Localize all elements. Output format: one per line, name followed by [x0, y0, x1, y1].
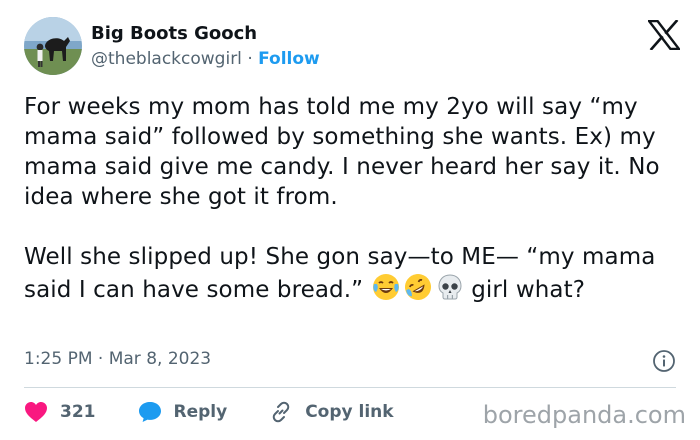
- tweet-text-end: girl what?: [471, 277, 586, 303]
- tweet-emojis: [371, 272, 465, 302]
- author-name[interactable]: Big Boots Gooch: [91, 22, 257, 46]
- skull-icon: [438, 274, 462, 300]
- tweet-card: Big Boots Gooch @theblackcowgirl · Follo…: [0, 0, 700, 440]
- link-icon: [269, 400, 293, 424]
- like-count: 321: [60, 402, 96, 422]
- like-button[interactable]: 321: [24, 400, 96, 424]
- timestamp-separator: ·: [97, 349, 104, 369]
- copy-link-button[interactable]: Copy link: [269, 400, 394, 424]
- reply-label: Reply: [173, 402, 228, 422]
- x-logo-icon[interactable]: [646, 19, 682, 51]
- rolling-on-the-floor-laughing-icon: [405, 274, 432, 300]
- tweet-time: 1:25 PM: [24, 349, 93, 369]
- reply-bubble-icon: [138, 401, 162, 423]
- face-with-tears-of-joy-icon: [373, 274, 400, 300]
- reply-button[interactable]: Reply: [138, 400, 228, 424]
- tweet-text-main: For weeks my mom has told me my 2yo will…: [24, 94, 660, 303]
- copy-link-label: Copy link: [305, 402, 394, 422]
- avatar-photo-icon: [24, 17, 82, 75]
- tweet-actions: 321 Reply Copy link: [24, 400, 436, 424]
- author-handle-row: @theblackcowgirl · Follow: [91, 48, 320, 70]
- tweet-timestamp[interactable]: 1:25 PM · Mar 8, 2023: [24, 348, 211, 370]
- author-avatar[interactable]: [24, 17, 82, 75]
- source-watermark: boredpanda.com: [482, 401, 686, 429]
- divider: [24, 387, 676, 388]
- info-icon[interactable]: [652, 349, 676, 373]
- handle-separator: ·: [247, 49, 253, 69]
- tweet-date: Mar 8, 2023: [108, 349, 212, 369]
- author-handle[interactable]: @theblackcowgirl: [91, 49, 242, 69]
- follow-button[interactable]: Follow: [258, 49, 320, 69]
- heart-icon: [24, 401, 48, 423]
- tweet-text: For weeks my mom has told me my 2yo will…: [24, 92, 678, 305]
